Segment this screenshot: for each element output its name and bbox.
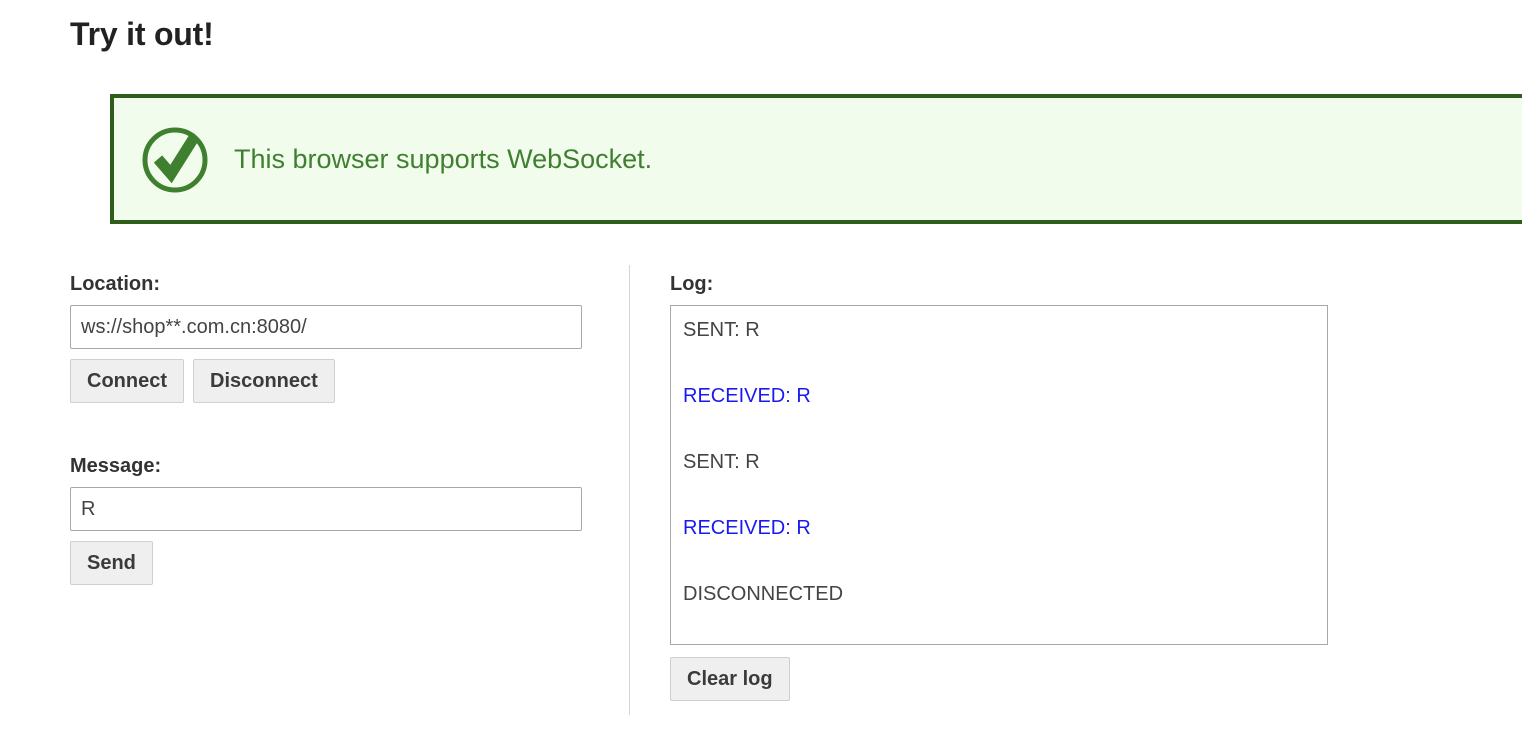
send-button[interactable]: Send (70, 541, 153, 585)
log-line: SENT: R (683, 451, 760, 473)
log-label: Log: (670, 273, 714, 295)
log-panel: Log: SENT: R RECEIVED: R SENT: R RECEIVED: … (670, 272, 1328, 701)
message-label: Message: (70, 455, 162, 477)
log-line: RECEIVED: R (683, 517, 811, 539)
disconnect-button[interactable]: Disconnect (193, 359, 335, 403)
log-output[interactable]: SENT: R RECEIVED: R SENT: R RECEIVED: R DISC… (670, 305, 1328, 645)
log-line: SENT: R (683, 319, 760, 341)
clear-log-button[interactable]: Clear log (670, 657, 790, 701)
page-title: Try it out! (70, 16, 214, 52)
message-button-row: Send (70, 541, 582, 585)
connect-button[interactable]: Connect (70, 359, 184, 403)
message-group: Message: Send (70, 454, 582, 585)
check-circle-icon (142, 127, 208, 193)
log-button-row: Clear log (670, 657, 1328, 701)
location-input[interactable] (70, 305, 582, 349)
websocket-support-banner: This browser supports WebSocket. (110, 94, 1522, 224)
location-label: Location: (70, 273, 160, 295)
banner-message: This browser supports WebSocket. (234, 144, 653, 174)
log-line: DISCONNECTED (683, 583, 844, 605)
connection-button-row: Connect Disconnect (70, 359, 582, 403)
column-divider (629, 265, 630, 715)
connection-panel: Location: Connect Disconnect Message: Se… (70, 272, 582, 585)
log-line: RECEIVED: R (683, 385, 811, 407)
message-input[interactable] (70, 487, 582, 531)
